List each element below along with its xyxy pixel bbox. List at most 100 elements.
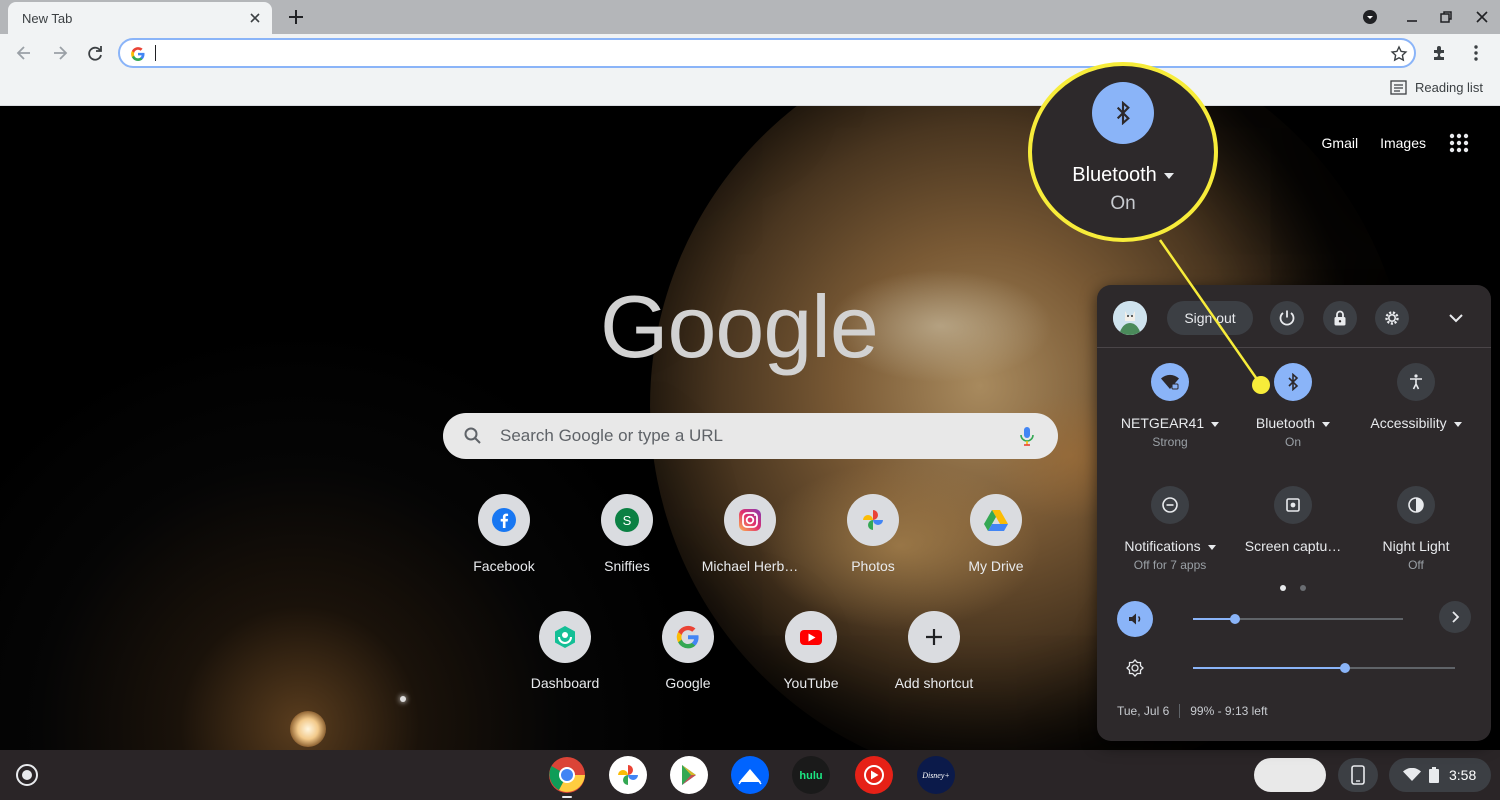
minimize-icon[interactable]	[1404, 9, 1420, 25]
shortcut-label: Michael Herb…	[701, 558, 799, 574]
volume-mute-button[interactable]	[1117, 601, 1153, 637]
new-tab-plus-icon[interactable]	[286, 7, 306, 27]
volume-slider[interactable]	[1193, 614, 1403, 624]
lock-button[interactable]	[1323, 301, 1357, 335]
youtube-icon	[800, 630, 822, 645]
page-indicator[interactable]	[1300, 585, 1306, 591]
wifi-icon	[1403, 768, 1421, 781]
reading-list-label: Reading list	[1415, 80, 1483, 95]
extensions-puzzle-icon[interactable]	[1430, 43, 1450, 63]
phone-hub-button[interactable]	[1338, 758, 1378, 792]
volume-icon	[1129, 613, 1141, 625]
google-apps-grid-icon[interactable]	[1448, 132, 1470, 154]
bluetooth-toggle[interactable]	[1274, 363, 1312, 401]
images-link[interactable]: Images	[1380, 135, 1426, 151]
shortcut-youtube[interactable]: YouTube	[755, 611, 867, 691]
wifi-locked-icon	[1161, 374, 1179, 390]
forward-arrow-icon[interactable]	[50, 43, 70, 63]
page-indicator-active[interactable]	[1280, 585, 1286, 591]
restore-icon[interactable]	[1438, 9, 1454, 25]
microphone-icon[interactable]	[1016, 425, 1038, 447]
shortcut-photos[interactable]: Photos	[817, 494, 929, 574]
night-light-toggle[interactable]	[1397, 486, 1435, 524]
shortcut-label: Photos	[851, 558, 895, 574]
avatar[interactable]	[1113, 301, 1147, 335]
shortcut-label: Dashboard	[530, 675, 600, 691]
callout-pointer-dot	[1252, 376, 1270, 394]
night-light-pod[interactable]: Night Light Off	[1355, 486, 1477, 572]
notifications-pod-label[interactable]: Notifications	[1109, 538, 1231, 554]
chevron-down-icon[interactable]	[1443, 303, 1469, 333]
gear-icon	[1385, 311, 1399, 325]
shortcut-tile	[662, 611, 714, 663]
window-close-icon[interactable]	[1474, 9, 1490, 25]
qs-footer: Tue, Jul 6 99% - 9:13 left	[1117, 704, 1268, 718]
shelf-app-youtube-music[interactable]	[855, 756, 893, 794]
close-icon[interactable]	[248, 11, 262, 25]
shortcut-tile	[970, 494, 1022, 546]
address-bar[interactable]	[118, 38, 1416, 68]
shortcut-google[interactable]: Google	[632, 611, 744, 691]
google-logo: Google	[600, 277, 879, 376]
reload-icon[interactable]	[85, 43, 105, 63]
divider	[1179, 704, 1181, 718]
bluetooth-pod-label[interactable]: Bluetooth	[1232, 415, 1354, 431]
tab-search-icon[interactable]	[1362, 9, 1378, 25]
accessibility-pod[interactable]: Accessibility	[1355, 363, 1477, 435]
bluetooth-pod[interactable]: Bluetooth On	[1232, 363, 1354, 449]
hulu-icon: hulu	[799, 770, 822, 782]
shortcut-my-drive[interactable]: My Drive	[940, 494, 1052, 574]
shortcut-dashboard[interactable]: Dashboard	[509, 611, 621, 691]
settings-button[interactable]	[1375, 301, 1409, 335]
shortcut-michael-herb[interactable]: Michael Herb…	[694, 494, 806, 574]
more-menu-icon[interactable]	[1466, 43, 1486, 63]
shelf-app-photos[interactable]	[609, 756, 647, 794]
accessibility-pod-label[interactable]: Accessibility	[1355, 415, 1477, 431]
network-pod[interactable]: NETGEAR41 Strong	[1109, 363, 1231, 449]
shelf-app-hulu[interactable]: hulu	[792, 756, 830, 794]
photos-icon	[618, 765, 638, 785]
brightness-slider[interactable]	[1193, 663, 1455, 673]
shelf-app-paramount[interactable]	[731, 756, 769, 794]
shelf-app-play-store[interactable]	[670, 756, 708, 794]
screen-capture-pod[interactable]: Screen captu…	[1232, 486, 1354, 558]
screen-capture-toggle[interactable]	[1274, 486, 1312, 524]
chrome-icon	[549, 757, 585, 793]
network-pod-label[interactable]: NETGEAR41	[1109, 415, 1231, 431]
shelf-app-chrome[interactable]	[548, 756, 586, 794]
network-toggle[interactable]	[1151, 363, 1189, 401]
brightness-icon	[1126, 659, 1144, 677]
screen-capture-icon	[1286, 498, 1300, 512]
shelf-app-disney-plus[interactable]: Disney+	[917, 756, 955, 794]
power-button[interactable]	[1270, 301, 1304, 335]
battery-icon	[1429, 767, 1439, 783]
status-tray[interactable]: 3:58	[1389, 758, 1491, 792]
caret-down-icon	[1163, 172, 1174, 179]
google-photos-icon	[863, 510, 883, 530]
shortcut-tile: S	[601, 494, 653, 546]
reading-list-button[interactable]: Reading list	[1390, 80, 1483, 95]
bookmark-star-icon[interactable]	[1390, 45, 1408, 63]
audio-settings-button[interactable]	[1439, 601, 1471, 633]
shortcut-sniffies[interactable]: S Sniffies	[571, 494, 683, 574]
reading-list-icon	[1390, 80, 1407, 95]
callout-bluetooth-button	[1092, 82, 1154, 144]
battery-label[interactable]: 99% - 9:13 left	[1190, 704, 1267, 718]
clock: 3:58	[1449, 767, 1477, 783]
launcher-button[interactable]	[16, 764, 38, 786]
accessibility-toggle[interactable]	[1397, 363, 1435, 401]
notifications-toggle[interactable]	[1151, 486, 1189, 524]
shortcut-add[interactable]: Add shortcut	[878, 611, 990, 691]
search-box[interactable]: Search Google or type a URL	[443, 413, 1058, 459]
sign-out-button[interactable]: Sign out	[1167, 301, 1253, 335]
tab-new-tab[interactable]: New Tab	[8, 2, 272, 34]
brightness-slider-thumb[interactable]	[1339, 663, 1350, 673]
gmail-link[interactable]: Gmail	[1322, 135, 1359, 151]
notifications-pod[interactable]: Notifications Off for 7 apps	[1109, 486, 1231, 572]
shortcut-label: Sniffies	[604, 558, 650, 574]
date-label[interactable]: Tue, Jul 6	[1117, 704, 1169, 718]
volume-slider-thumb[interactable]	[1230, 614, 1240, 624]
back-arrow-icon[interactable]	[14, 43, 34, 63]
holding-space-pod[interactable]	[1254, 758, 1326, 792]
shortcut-facebook[interactable]: Facebook	[448, 494, 560, 574]
